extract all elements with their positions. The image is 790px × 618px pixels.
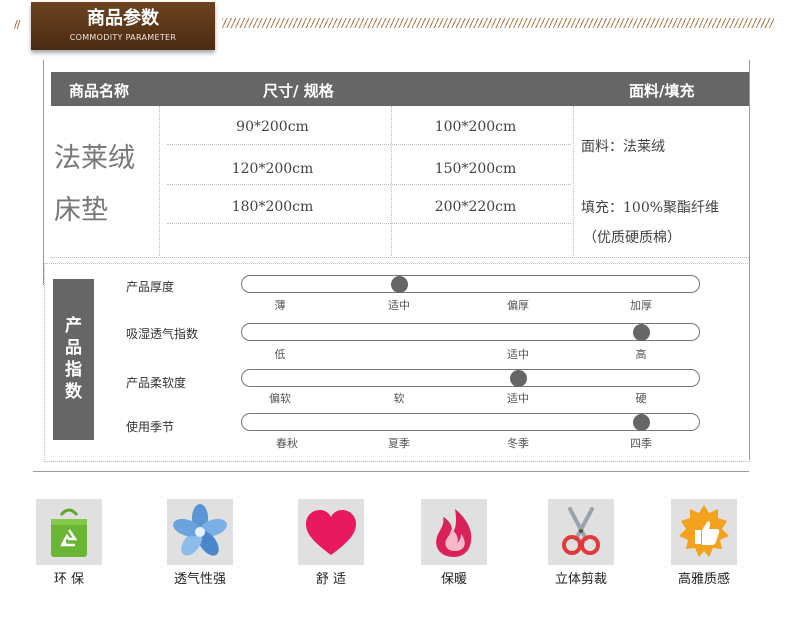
- header-decoration-stripes: [222, 18, 774, 28]
- feature-elegant: 高雅质感: [671, 499, 737, 587]
- feature-eco: 环 保: [36, 499, 102, 587]
- tab-char: 产: [65, 316, 82, 336]
- feature-label: 环 保: [53, 572, 85, 587]
- softness-slider-track: [241, 369, 700, 387]
- section-subtitle: COMMODITY PARAMETER: [69, 33, 177, 42]
- tick-label: 加厚: [630, 299, 652, 312]
- feature-cut: 立体剪裁: [548, 499, 614, 587]
- header-decoration-left: //: [14, 18, 21, 31]
- tick-label: 春秋: [276, 437, 298, 450]
- scissors-icon: [562, 507, 600, 555]
- feature-label: 立体剪裁: [554, 572, 607, 587]
- tick-label: 高: [635, 348, 647, 361]
- size-cell: 120*200cm: [231, 161, 314, 177]
- tab-char: 数: [65, 382, 82, 402]
- section-title-badge: 商品参数 COMMODITY PARAMETER: [31, 2, 215, 50]
- header-fabric: 面料/填充: [629, 82, 695, 100]
- eco-bag-icon: [51, 508, 87, 557]
- spec-table-body: 法莱绒 床垫 90*200cm 100*200cm 120*200cm 150*…: [51, 106, 749, 256]
- tick-label: 适中: [388, 299, 410, 312]
- index-label-softness: 产品柔软度: [126, 376, 187, 390]
- size-cell: 150*200cm: [434, 161, 517, 177]
- product-name-line-2: 床垫: [54, 195, 108, 226]
- feature-label: 高雅质感: [677, 572, 730, 587]
- tick-label: 适中: [507, 348, 529, 361]
- table-bottom-border: [51, 257, 749, 258]
- breathability-slider-knob: [633, 324, 650, 341]
- season-slider-track: [241, 413, 700, 431]
- size-cell: 200*220cm: [434, 199, 517, 215]
- season-slider-knob: [633, 414, 650, 431]
- filling-line: 填充：100%聚酯纤维: [581, 200, 720, 216]
- index-label-thickness: 产品厚度: [126, 280, 175, 294]
- heart-icon: [306, 510, 356, 555]
- tick-label: 冬季: [507, 437, 529, 450]
- size-cell: 90*200cm: [236, 119, 309, 135]
- thumbs-up-icon: [679, 505, 729, 557]
- feature-label: 透气性强: [173, 572, 226, 587]
- fan-icon: [173, 504, 227, 556]
- breathability-slider-track: [241, 323, 700, 341]
- section-title: 商品参数: [87, 8, 159, 29]
- frame-line-bottom: [33, 471, 749, 472]
- index-label-season: 使用季节: [126, 420, 175, 434]
- flame-icon: [436, 509, 472, 557]
- frame-line-left: [43, 60, 44, 285]
- tick-label: 偏厚: [507, 299, 529, 312]
- tick-label: 低: [274, 348, 286, 361]
- feature-label: 保暖: [440, 572, 467, 587]
- product-index-tab: 产 品 指 数: [53, 279, 94, 440]
- tab-char: 品: [65, 338, 82, 358]
- tick-label: 硬: [635, 392, 647, 405]
- size-cell: 180*200cm: [231, 199, 314, 215]
- product-name-cell: 法莱绒 床垫: [51, 106, 160, 256]
- size-cell: 100*200cm: [434, 119, 517, 135]
- feature-comfort: 舒 适: [298, 499, 364, 587]
- tick-label: 偏软: [269, 392, 291, 405]
- filling-note: （优质硬质棉）: [583, 230, 681, 246]
- header-product-name: 商品名称: [69, 82, 130, 100]
- tick-label: 薄: [274, 299, 286, 312]
- tick-label: 夏季: [388, 437, 410, 450]
- tick-label: 软: [393, 392, 405, 405]
- product-name-line-1: 法莱绒: [54, 143, 135, 174]
- tab-char: 指: [65, 360, 82, 380]
- softness-slider-knob: [510, 370, 527, 387]
- feature-label: 舒 适: [315, 572, 347, 587]
- header-size: 尺寸/ 规格: [263, 82, 334, 100]
- thickness-slider-track: [241, 275, 700, 293]
- spec-table-header: 商品名称 尺寸/ 规格 面料/填充: [51, 72, 749, 106]
- feature-breathable: 透气性强: [167, 499, 233, 587]
- tick-label: 适中: [507, 392, 529, 405]
- feature-warm: 保暖: [421, 499, 487, 587]
- thickness-slider-knob: [391, 276, 408, 293]
- fabric-line: 面料：法莱绒: [581, 139, 665, 155]
- index-label-breathability: 吸湿透气指数: [126, 327, 199, 341]
- tick-label: 四季: [630, 437, 652, 450]
